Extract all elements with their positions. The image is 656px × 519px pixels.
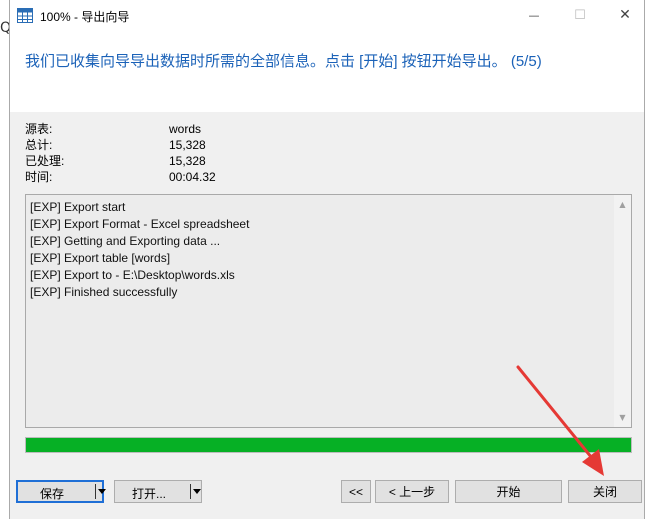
minimize-icon: — [528, 8, 540, 22]
open-split-divider [190, 484, 191, 499]
screen: Q 100% - 导出向导 — ☐ ✕ 我们已收集向导导出数据时所需的全部信息。… [0, 0, 656, 519]
log-line: [EXP] Export start [30, 200, 126, 214]
previous-step-button[interactable]: < 上一步 [375, 480, 449, 503]
save-dropdown-icon[interactable] [98, 489, 106, 494]
minimize-button[interactable]: — [511, 0, 557, 30]
progress-fill [26, 438, 631, 452]
window-title: 100% - 导出向导 [40, 10, 130, 24]
total-value: 15,328 [169, 138, 206, 152]
log-line: [EXP] Getting and Exporting data ... [30, 234, 221, 248]
save-button-label: 保存 [40, 487, 65, 501]
log-lines: [EXP] Export start [EXP] Export Format -… [30, 199, 249, 301]
log-scrollbar[interactable]: ▲ ▼ [614, 195, 631, 427]
save-button[interactable]: 保存 [16, 480, 106, 503]
export-progress-bar [25, 437, 632, 453]
total-label: 总计: [25, 138, 53, 152]
processed-label: 已处理: [25, 154, 65, 168]
close-button[interactable]: 关闭 [568, 480, 642, 503]
close-icon: ✕ [619, 7, 631, 23]
log-line: [EXP] Export Format - Excel spreadsheet [30, 217, 250, 231]
close-window-button[interactable]: ✕ [602, 0, 648, 30]
export-log[interactable]: [EXP] Export start [EXP] Export Format -… [25, 194, 632, 428]
start-button[interactable]: 开始 [455, 480, 562, 503]
wizard-instruction: 我们已收集向导导出数据时所需的全部信息。点击 [开始] 按钮开始导出。 (5/5… [25, 53, 542, 70]
log-line: [EXP] Export to - E:\Desktop\words.xls [30, 268, 235, 282]
time-value: 00:04.32 [169, 170, 216, 184]
table-icon [17, 8, 33, 23]
wizard-header: 我们已收集向导导出数据时所需的全部信息。点击 [开始] 按钮开始导出。 (5/5… [10, 32, 644, 112]
save-split-divider [95, 484, 96, 499]
first-step-button[interactable]: << [341, 480, 371, 503]
title-bar[interactable]: 100% - 导出向导 — ☐ ✕ [10, 0, 644, 32]
log-line: [EXP] Finished successfully [30, 285, 178, 299]
maximize-icon: ☐ [574, 7, 586, 23]
source-table-value: words [169, 122, 202, 136]
open-button-label: 打开... [132, 487, 167, 501]
source-table-label: 源表: [25, 122, 53, 136]
log-line: [EXP] Export table [words] [30, 251, 171, 265]
open-dropdown-icon[interactable] [193, 489, 201, 494]
open-button[interactable]: 打开... [114, 480, 202, 503]
scroll-down-icon[interactable]: ▼ [614, 409, 631, 426]
processed-value: 15,328 [169, 154, 206, 168]
maximize-button[interactable]: ☐ [557, 0, 603, 30]
export-wizard-dialog: 100% - 导出向导 — ☐ ✕ 我们已收集向导导出数据时所需的全部信息。点击… [9, 0, 645, 519]
time-label: 时间: [25, 170, 53, 184]
scroll-up-icon[interactable]: ▲ [614, 196, 631, 213]
